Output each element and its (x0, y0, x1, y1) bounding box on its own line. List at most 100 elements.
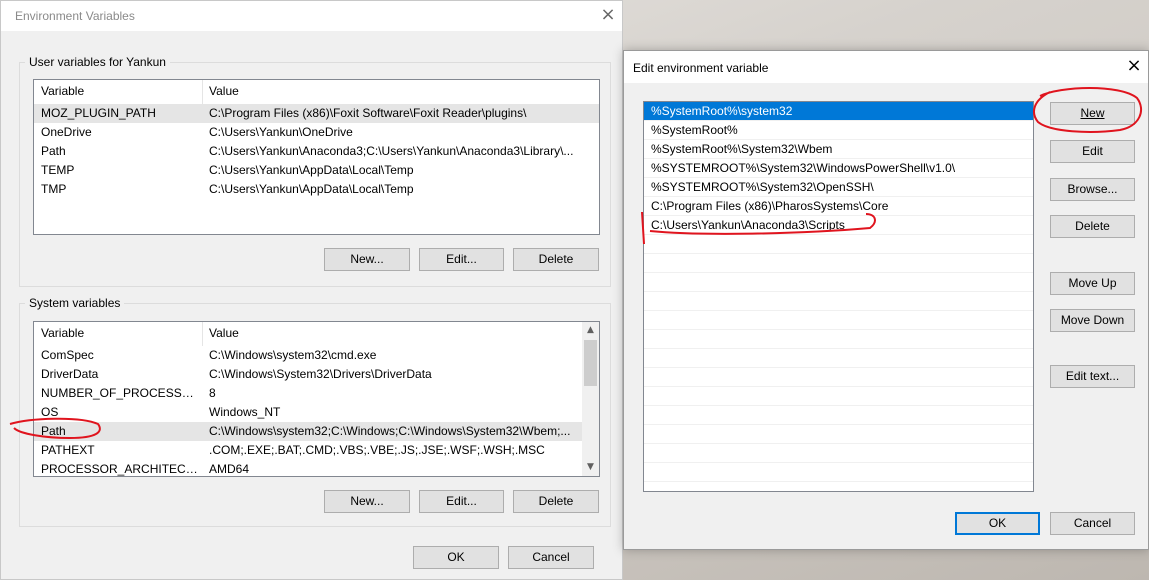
path-browse-button[interactable]: Browse... (1050, 178, 1135, 201)
table-row[interactable]: OneDrive C:\Users\Yankun\OneDrive (34, 123, 599, 142)
path-entry-text: C:\Program Files (x86)\PharosSystems\Cor… (651, 199, 889, 213)
path-edit-text-button[interactable]: Edit text... (1050, 365, 1135, 388)
user-col-value[interactable]: Value (209, 84, 239, 98)
list-item[interactable]: %SystemRoot% (644, 121, 1033, 140)
env-close-icon[interactable]: × (599, 6, 617, 25)
path-edit-button[interactable]: Edit (1050, 140, 1135, 163)
system-delete-button[interactable]: Delete (513, 490, 599, 513)
system-variables-list[interactable]: Variable Value ComSpec C:\Windows\system3… (33, 321, 600, 477)
scroll-thumb[interactable] (584, 340, 597, 386)
system-list-header: Variable Value (34, 322, 599, 346)
list-item[interactable] (644, 368, 1033, 387)
system-col-variable[interactable]: Variable (41, 326, 84, 340)
list-item[interactable]: %SystemRoot%\system32 (644, 102, 1033, 121)
user-edit-button[interactable]: Edit... (419, 248, 504, 271)
list-item[interactable] (644, 406, 1033, 425)
table-row[interactable]: DriverData C:\Windows\System32\Drivers\Dr… (34, 365, 599, 384)
table-row[interactable]: TEMP C:\Users\Yankun\AppData\Local\Temp (34, 161, 599, 180)
system-col-value[interactable]: Value (209, 326, 239, 340)
path-entry-text: %SystemRoot%\system32 (651, 104, 793, 118)
path-entry-text: %SystemRoot% (651, 123, 738, 137)
table-row[interactable]: TMP C:\Users\Yankun\AppData\Local\Temp (34, 180, 599, 199)
user-variables-list[interactable]: Variable Value MOZ_PLUGIN_PATH C:\Program… (33, 79, 600, 235)
variable-name: Path (41, 424, 66, 438)
user-col-variable[interactable]: Variable (41, 84, 84, 98)
table-row[interactable]: ComSpec C:\Windows\system32\cmd.exe (34, 346, 599, 365)
list-item[interactable]: %SystemRoot%\System32\Wbem (644, 140, 1033, 159)
path-delete-button[interactable]: Delete (1050, 215, 1135, 238)
variable-name: TEMP (41, 163, 75, 177)
list-item[interactable] (644, 444, 1033, 463)
path-entry-text: C:\Users\Yankun\Anaconda3\Scripts (651, 218, 845, 232)
edit-titlebar: Edit environment variable × (624, 51, 1148, 83)
user-list-header: Variable Value (34, 80, 599, 104)
list-item[interactable]: %SYSTEMROOT%\System32\OpenSSH\ (644, 178, 1033, 197)
list-item[interactable]: %SYSTEMROOT%\System32\WindowsPowerShell\… (644, 159, 1033, 178)
variable-name: PATHEXT (41, 443, 95, 457)
edit-environment-variable-dialog: Edit environment variable × %SystemRoot%… (623, 50, 1149, 550)
path-move-down-button[interactable]: Move Down (1050, 309, 1135, 332)
table-row[interactable]: MOZ_PLUGIN_PATH C:\Program Files (x86)\Fo… (34, 104, 599, 123)
variable-name: OS (41, 405, 59, 419)
path-entry-text: %SYSTEMROOT%\System32\WindowsPowerShell\… (651, 161, 956, 175)
list-item[interactable] (644, 349, 1033, 368)
variable-value: .COM;.EXE;.BAT;.CMD;.VBS;.VBE;.JS;.JSE;.… (209, 443, 545, 457)
variable-name: TMP (41, 182, 67, 196)
user-new-button[interactable]: New... (324, 248, 410, 271)
table-row[interactable]: Path C:\Users\Yankun\Anaconda3;C:\Users\Y… (34, 142, 599, 161)
user-variables-label: User variables for Yankun (25, 55, 170, 69)
variable-value: C:\Users\Yankun\AppData\Local\Temp (209, 182, 414, 196)
list-item[interactable] (644, 235, 1033, 254)
list-item[interactable] (644, 254, 1033, 273)
path-entries-list[interactable]: %SystemRoot%\system32 %SystemRoot% %System… (643, 101, 1034, 492)
list-item[interactable] (644, 292, 1033, 311)
table-row[interactable]: OS Windows_NT (34, 403, 599, 422)
path-move-up-button[interactable]: Move Up (1050, 272, 1135, 295)
env-window-title: Environment Variables (15, 9, 135, 23)
table-row[interactable]: PROCESSOR_ARCHITECTURE AMD64 (34, 460, 599, 476)
edit-close-icon[interactable]: × (1125, 57, 1143, 76)
table-row[interactable]: Path C:\Windows\system32;C:\Windows;C:\Wi… (34, 422, 599, 441)
column-separator[interactable] (202, 322, 203, 346)
variable-name: Path (41, 144, 66, 158)
path-entry-text: %SystemRoot%\System32\Wbem (651, 142, 833, 156)
variable-value: Windows_NT (209, 405, 281, 419)
list-item[interactable] (644, 463, 1033, 482)
edit-cancel-button[interactable]: Cancel (1050, 512, 1135, 535)
variable-value: C:\Users\Yankun\OneDrive (209, 125, 353, 139)
list-item[interactable]: C:\Program Files (x86)\PharosSystems\Cor… (644, 197, 1033, 216)
env-ok-button[interactable]: OK (413, 546, 499, 569)
list-item[interactable] (644, 273, 1033, 292)
list-item[interactable] (644, 311, 1033, 330)
edit-ok-button[interactable]: OK (955, 512, 1040, 535)
path-entry-text: %SYSTEMROOT%\System32\OpenSSH\ (651, 180, 874, 194)
variable-value: C:\Program Files (x86)\Foxit Software\Fo… (209, 106, 527, 120)
variable-name: PROCESSOR_ARCHITECTURE (41, 462, 199, 476)
list-item[interactable]: C:\Users\Yankun\Anaconda3\Scripts (644, 216, 1033, 235)
variable-value: C:\Windows\system32;C:\Windows;C:\Window… (209, 424, 571, 438)
user-delete-button[interactable]: Delete (513, 248, 599, 271)
variable-name: DriverData (41, 367, 99, 381)
env-cancel-button[interactable]: Cancel (508, 546, 594, 569)
system-edit-button[interactable]: Edit... (419, 490, 504, 513)
system-variables-label: System variables (25, 296, 125, 310)
system-list-scrollbar[interactable]: ▲ ▼ (582, 322, 599, 476)
column-separator[interactable] (202, 80, 203, 104)
variable-name: NUMBER_OF_PROCESSORS (41, 386, 199, 400)
variable-value: AMD64 (209, 462, 250, 476)
variable-value: 8 (209, 386, 216, 400)
scroll-down-icon[interactable]: ▼ (582, 459, 599, 476)
path-new-label: New (1080, 106, 1105, 120)
table-row[interactable]: PATHEXT .COM;.EXE;.BAT;.CMD;.VBS;.VBE;.JS… (34, 441, 599, 460)
table-row[interactable]: NUMBER_OF_PROCESSORS 8 (34, 384, 599, 403)
scroll-up-icon[interactable]: ▲ (582, 322, 599, 339)
list-item[interactable] (644, 425, 1033, 444)
path-new-button[interactable]: New (1050, 102, 1135, 125)
environment-variables-window: Environment Variables × User variables f… (0, 0, 623, 580)
env-titlebar: Environment Variables × (1, 1, 622, 31)
list-item[interactable] (644, 387, 1033, 406)
system-new-button[interactable]: New... (324, 490, 410, 513)
variable-name: MOZ_PLUGIN_PATH (41, 106, 156, 120)
edit-dialog-title: Edit environment variable (633, 61, 769, 75)
list-item[interactable] (644, 330, 1033, 349)
